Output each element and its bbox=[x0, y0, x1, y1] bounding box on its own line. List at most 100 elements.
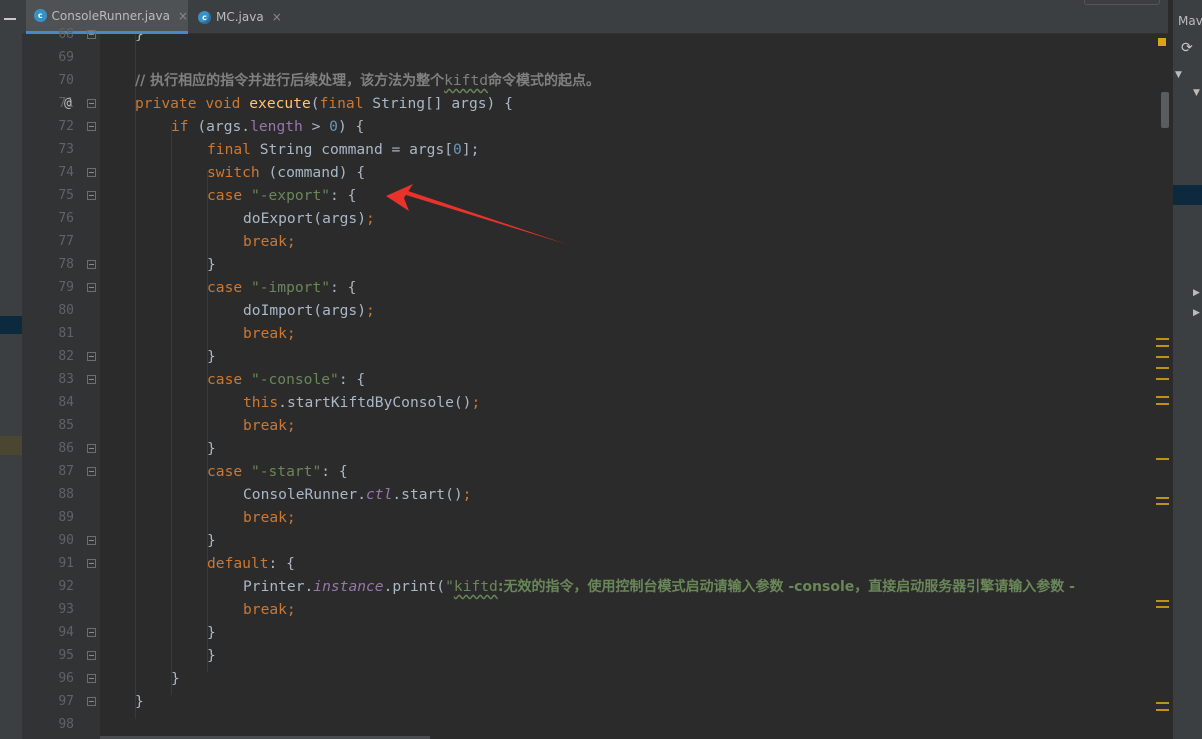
code-line-71: private void execute(final String[] args… bbox=[135, 95, 513, 112]
fold-icon[interactable] bbox=[87, 375, 96, 384]
fold-icon[interactable] bbox=[87, 30, 96, 39]
project-search-highlight bbox=[0, 436, 22, 455]
fold-icon[interactable] bbox=[87, 168, 96, 177]
refresh-icon[interactable]: ⟳ bbox=[1181, 40, 1193, 56]
warning-marker[interactable] bbox=[1156, 367, 1169, 369]
code-line-90: } bbox=[207, 532, 216, 549]
code-line-85: break; bbox=[243, 417, 296, 434]
fold-icon[interactable] bbox=[87, 559, 96, 568]
code-line-92: Printer.instance.print("kiftd:无效的指令，使用控制… bbox=[243, 578, 1075, 595]
indent-guide bbox=[171, 126, 172, 695]
close-icon[interactable]: × bbox=[272, 10, 282, 24]
warning-marker[interactable] bbox=[1156, 356, 1169, 358]
maven-panel-title[interactable]: Mav bbox=[1178, 14, 1202, 28]
code-line-76: doExport(args); bbox=[243, 210, 375, 227]
fold-icon[interactable] bbox=[87, 536, 96, 545]
line-number: 98 bbox=[58, 717, 74, 732]
fold-icon[interactable] bbox=[87, 352, 96, 361]
tab-mc[interactable]: c MC.java × bbox=[194, 0, 282, 34]
warning-marker[interactable] bbox=[1158, 38, 1166, 46]
project-selection-highlight bbox=[0, 316, 22, 334]
fold-icon[interactable] bbox=[87, 191, 96, 200]
line-number: 87 bbox=[58, 464, 74, 479]
collapsed-arrow-icon[interactable]: ▶ bbox=[1193, 288, 1200, 298]
fold-icon[interactable] bbox=[87, 697, 96, 706]
code-line-84: this.startKiftdByConsole(); bbox=[243, 394, 481, 411]
fold-icon[interactable] bbox=[87, 122, 96, 131]
code-line-72: if (args.length > 0) { bbox=[171, 118, 365, 135]
maven-tool-window: Mav ⟳ ▼ ▼ ▶ ▶ bbox=[1161, 0, 1202, 739]
line-number: 97 bbox=[58, 694, 74, 709]
code-line-94: } bbox=[207, 624, 216, 641]
warning-marker[interactable] bbox=[1156, 338, 1169, 340]
close-icon[interactable]: × bbox=[178, 9, 188, 23]
warning-marker[interactable] bbox=[1156, 345, 1169, 347]
expand-arrow-icon[interactable]: ▼ bbox=[1175, 70, 1182, 80]
code-line-68: } bbox=[135, 34, 144, 43]
line-number: 81 bbox=[58, 326, 74, 341]
code-line-75: case "-export": { bbox=[207, 187, 357, 204]
fold-icon[interactable] bbox=[87, 651, 96, 660]
code-line-88: ConsoleRunner.ctl.start(); bbox=[243, 486, 472, 503]
warning-marker[interactable] bbox=[1156, 702, 1169, 704]
warning-marker[interactable] bbox=[1156, 606, 1169, 608]
line-number: 84 bbox=[58, 395, 74, 410]
error-stripe[interactable] bbox=[1156, 34, 1172, 739]
override-annotation-icon[interactable]: @ bbox=[64, 92, 72, 115]
warning-marker[interactable] bbox=[1156, 396, 1169, 398]
line-number: 95 bbox=[58, 648, 74, 663]
warning-marker[interactable] bbox=[1156, 458, 1169, 460]
tab-bar-control[interactable] bbox=[1084, 0, 1160, 5]
line-number: 88 bbox=[58, 487, 74, 502]
line-number: 80 bbox=[58, 303, 74, 318]
fold-icon[interactable] bbox=[87, 674, 96, 683]
code-line-77: break; bbox=[243, 233, 296, 250]
indent-guide bbox=[135, 34, 136, 719]
warning-marker[interactable] bbox=[1156, 403, 1169, 405]
line-number: 77 bbox=[58, 234, 74, 249]
warning-marker[interactable] bbox=[1156, 497, 1169, 499]
code-line-79: case "-import": { bbox=[207, 279, 357, 296]
fold-icon[interactable] bbox=[87, 467, 96, 476]
line-number: 73 bbox=[58, 142, 74, 157]
line-number: 69 bbox=[58, 50, 74, 65]
line-number: 79 bbox=[58, 280, 74, 295]
tab-label: ConsoleRunner.java bbox=[51, 8, 170, 23]
line-number: 92 bbox=[58, 579, 74, 594]
editor-gutter: 68 69 70 71 @72 73 74 75 76 77 78 79 80 81 82 83 84 85 86 8… bbox=[22, 27, 100, 739]
maven-selected-row[interactable] bbox=[1173, 185, 1202, 205]
code-line-97: } bbox=[135, 693, 144, 710]
line-number: 82 bbox=[58, 349, 74, 364]
fold-icon[interactable] bbox=[87, 283, 96, 292]
line-number: 91 bbox=[58, 556, 74, 571]
warning-marker[interactable] bbox=[1156, 378, 1169, 380]
project-tool-strip bbox=[0, 0, 22, 739]
line-number: 78 bbox=[58, 257, 74, 272]
expand-arrow-icon[interactable]: ▼ bbox=[1193, 88, 1200, 98]
line-number: 86 bbox=[58, 441, 74, 456]
fold-icon[interactable] bbox=[87, 260, 96, 269]
fold-icon[interactable] bbox=[87, 444, 96, 453]
fold-icon[interactable] bbox=[87, 628, 96, 637]
line-number: 94 bbox=[58, 625, 74, 640]
code-line-78: } bbox=[207, 256, 216, 273]
fold-icon[interactable] bbox=[87, 99, 96, 108]
code-line-73: final String command = args[0]; bbox=[207, 141, 480, 158]
code-line-82: } bbox=[207, 348, 216, 365]
vertical-scroll-thumb[interactable] bbox=[1161, 92, 1169, 128]
warning-marker[interactable] bbox=[1156, 503, 1169, 505]
collapsed-arrow-icon[interactable]: ▶ bbox=[1193, 308, 1200, 318]
code-line-86: } bbox=[207, 440, 216, 457]
line-number: 89 bbox=[58, 510, 74, 525]
line-number: 76 bbox=[58, 211, 74, 226]
warning-marker[interactable] bbox=[1156, 709, 1169, 711]
line-number: 75 bbox=[58, 188, 74, 203]
code-line-81: break; bbox=[243, 325, 296, 342]
warning-marker[interactable] bbox=[1156, 600, 1169, 602]
minimize-icon[interactable] bbox=[4, 18, 16, 20]
code-line-96: } bbox=[171, 670, 180, 687]
line-number: 90 bbox=[58, 533, 74, 548]
tab-label: MC.java bbox=[216, 10, 264, 24]
code-editor[interactable]: } // 执行相应的指令并进行后续处理，该方法为整个kiftd命令模式的起点。 … bbox=[100, 34, 1156, 739]
line-number: 96 bbox=[58, 671, 74, 686]
